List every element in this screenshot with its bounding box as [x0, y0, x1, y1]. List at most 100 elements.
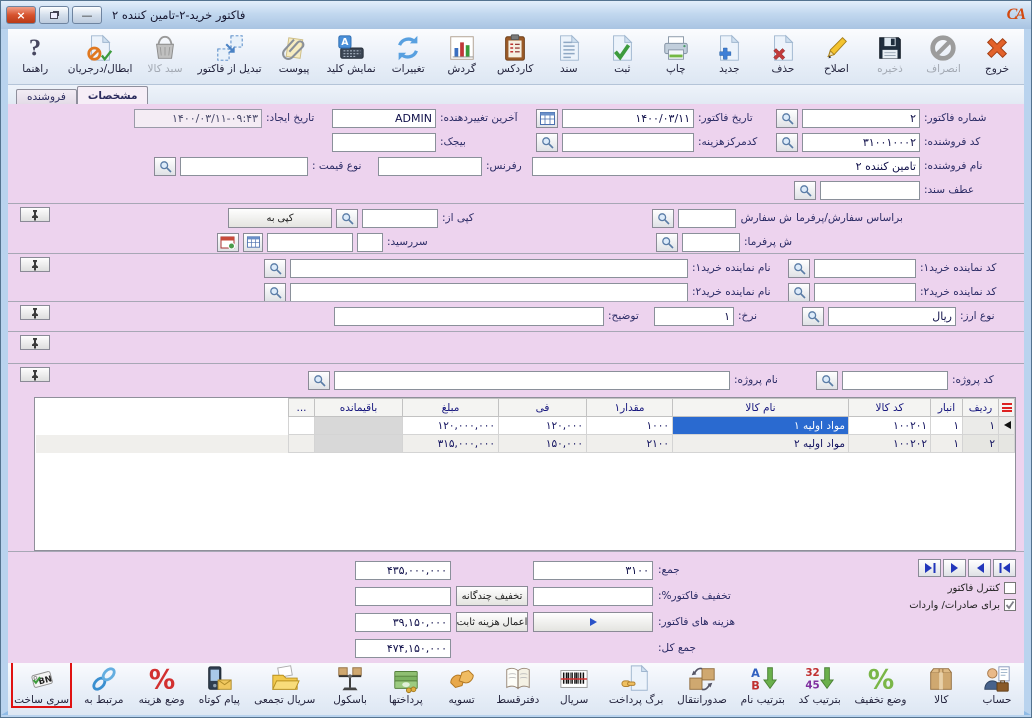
basket-button[interactable]: سبد کالا [142, 31, 188, 76]
multi-discount-button[interactable]: تخفیف چندگانه [456, 586, 528, 606]
sort-by-name-button[interactable]: ABبترتیب نام [739, 662, 787, 707]
column-header[interactable]: مبلغ [403, 399, 499, 417]
table-row[interactable]: ۲۱۱۰۰۲۰۲مواد اولیه ۲۲۱۰۰۱۵۰,۰۰۰۳۱۵,۰۰۰,۰… [36, 435, 1015, 453]
transfer-button[interactable]: صدورانتقال [675, 662, 729, 707]
due-date-days-field[interactable] [357, 233, 383, 252]
export-import-checkbox[interactable] [1004, 599, 1016, 611]
copy-from-field[interactable] [362, 209, 438, 228]
price-type-lookup-button[interactable] [154, 157, 176, 176]
column-header[interactable]: کد کالا [849, 399, 931, 417]
cancel-button[interactable]: انصراف [920, 31, 966, 76]
project-name-lookup-button[interactable] [308, 371, 330, 390]
tab-specifications[interactable]: مشخصات [77, 86, 149, 104]
invoice-date-calendar-button[interactable] [536, 109, 558, 128]
column-header[interactable]: فی [499, 399, 587, 417]
first-record-button[interactable] [993, 559, 1016, 577]
rep-code1-lookup-button[interactable] [788, 259, 810, 278]
copy-to-button[interactable]: کپی به [228, 208, 332, 228]
print-button[interactable]: چاپ [653, 31, 699, 76]
account-button[interactable]: حساب [974, 662, 1020, 707]
void-button[interactable]: ابطال/درجریان [66, 31, 135, 76]
invoice-discount-field[interactable] [533, 587, 653, 606]
currency-field[interactable]: ریال [828, 307, 956, 326]
sms-button[interactable]: پیام کوتاه [196, 662, 242, 707]
sort-by-code-button[interactable]: 3245بترتیب کد [797, 662, 843, 707]
pin-order-section-button[interactable] [20, 207, 50, 222]
doc-ref-lookup-button[interactable] [794, 181, 816, 200]
close-button[interactable]: × [6, 6, 36, 24]
invoice-date-field[interactable]: ۱۴۰۰/۰۳/۱۱ [562, 109, 694, 128]
new-button[interactable]: جدید [706, 31, 752, 76]
show-key-button[interactable]: Aنمایش کلید [325, 31, 378, 76]
turnover-button[interactable]: گردش [439, 31, 485, 76]
convert-invoice-button[interactable]: تبدیل از فاکتور [196, 31, 264, 76]
order-no-field[interactable] [678, 209, 736, 228]
seller-code-field[interactable]: ۳۱۰۰۱۰۰۰۲ [802, 133, 920, 152]
save-button[interactable]: ذخیره [867, 31, 913, 76]
exit-button[interactable]: خروج [974, 31, 1020, 76]
document-button[interactable]: سند [546, 31, 592, 76]
column-header[interactable]: باقیمانده [315, 399, 403, 417]
discount-status-button[interactable]: %وضع تخفیف [853, 662, 909, 707]
doc-ref-field[interactable] [820, 181, 920, 200]
related-to-button[interactable]: مرتبط به [81, 662, 127, 707]
rep-code2-field[interactable] [814, 283, 916, 302]
invoice-control-checkbox[interactable] [1004, 582, 1016, 594]
rep-code1-field[interactable] [814, 259, 916, 278]
rep-name2-lookup-button[interactable] [264, 283, 286, 302]
goods-button[interactable]: کالا [918, 662, 964, 707]
last-modifier-field[interactable]: ADMIN [332, 109, 436, 128]
kardex-button[interactable]: کاردکس [492, 31, 538, 76]
installment-book-button[interactable]: دفترقسط [494, 662, 541, 707]
due-date-field[interactable] [267, 233, 353, 252]
column-header[interactable]: ردیف [963, 399, 999, 417]
invoice-no-lookup-button[interactable] [776, 109, 798, 128]
payments-button[interactable]: پرداختها [383, 662, 429, 707]
attachment-button[interactable]: پیوست [271, 31, 317, 76]
payment-sheet-button[interactable]: برگ پرداخت [607, 662, 666, 707]
cost-center-field[interactable] [562, 133, 694, 152]
due-date-schedule-button[interactable] [217, 233, 239, 252]
project-code-field[interactable] [842, 371, 948, 390]
register-button[interactable]: ثبت [599, 31, 645, 76]
grid-filter-icon[interactable] [1001, 403, 1012, 412]
minimize-button[interactable]: — [72, 6, 102, 24]
pin-project-section-button[interactable] [20, 367, 50, 382]
proforma-no-field[interactable] [682, 233, 740, 252]
column-header[interactable]: مقدار۱ [587, 399, 673, 417]
maximize-button[interactable] [39, 6, 69, 24]
apply-fixed-cost-button[interactable]: اعمال هزینه ثابت [456, 612, 528, 632]
order-no-lookup-button[interactable] [652, 209, 674, 228]
discount-amount-field[interactable] [355, 587, 451, 606]
column-header[interactable]: نام کالا [673, 399, 849, 417]
due-date-calendar-button[interactable] [243, 233, 263, 252]
changes-button[interactable]: تغییرات [385, 31, 431, 76]
rep-code2-lookup-button[interactable] [788, 283, 810, 302]
settlement-button[interactable]: تسویه [439, 662, 485, 707]
column-header[interactable]: انبار [931, 399, 963, 417]
price-type-field[interactable] [180, 157, 308, 176]
project-code-lookup-button[interactable] [816, 371, 838, 390]
column-header[interactable]: ... [289, 399, 315, 417]
next-record-button[interactable] [943, 559, 966, 577]
rep-name1-field[interactable] [290, 259, 688, 278]
edit-button[interactable]: اصلاح [813, 31, 859, 76]
seller-name-field[interactable]: تامین کننده ۲ [532, 157, 920, 176]
delete-button[interactable]: حذف [760, 31, 806, 76]
table-row[interactable]: ۱۱۱۰۰۲۰۱مواد اولیه ۱۱۰۰۰۱۲۰,۰۰۰۱۲۰,۰۰۰,۰… [36, 417, 1015, 435]
last-record-button[interactable] [918, 559, 941, 577]
cost-status-button[interactable]: %وضع هزینه [137, 662, 187, 707]
serial-button[interactable]: سریال [551, 662, 597, 707]
previous-record-button[interactable] [968, 559, 991, 577]
bijak-field[interactable] [332, 133, 436, 152]
seller-code-lookup-button[interactable] [776, 133, 798, 152]
invoice-costs-button[interactable] [533, 612, 653, 632]
tab-seller[interactable]: فروشنده [16, 89, 77, 104]
reference-field[interactable] [378, 157, 482, 176]
note-field[interactable] [334, 307, 604, 326]
rep-name1-lookup-button[interactable] [264, 259, 286, 278]
rate-field[interactable]: ۱ [654, 307, 734, 326]
weighbridge-button[interactable]: باسکول [327, 662, 373, 707]
proforma-no-lookup-button[interactable] [656, 233, 678, 252]
cumulative-serial-button[interactable]: سریال تجمعی [252, 662, 317, 707]
